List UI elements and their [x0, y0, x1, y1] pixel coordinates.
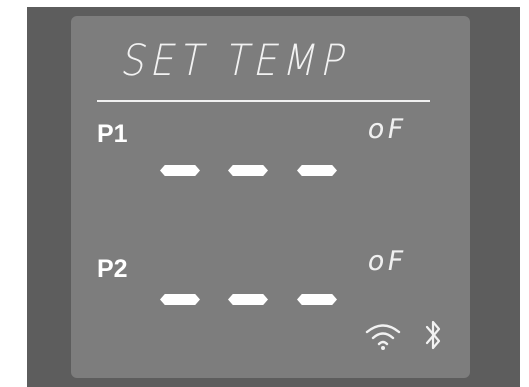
- probe-1-label: P1: [97, 120, 128, 148]
- probe-2-digit-2: [228, 294, 268, 305]
- probe-1-digit-1: [160, 165, 200, 176]
- probe-1-digit-2: [228, 165, 268, 176]
- set-temp-title: SET TEMP: [117, 36, 356, 86]
- wifi-icon: [365, 324, 401, 350]
- probe-2-digit-3: [297, 294, 337, 305]
- probe-2-label: P2: [97, 255, 128, 283]
- title-divider: [97, 100, 430, 102]
- bluetooth-icon: [425, 320, 441, 350]
- probe-2-unit: oF: [365, 246, 409, 277]
- probe-2-digit-1: [160, 294, 200, 305]
- probe-1-unit: oF: [365, 114, 409, 145]
- probe-1-digit-3: [297, 165, 337, 176]
